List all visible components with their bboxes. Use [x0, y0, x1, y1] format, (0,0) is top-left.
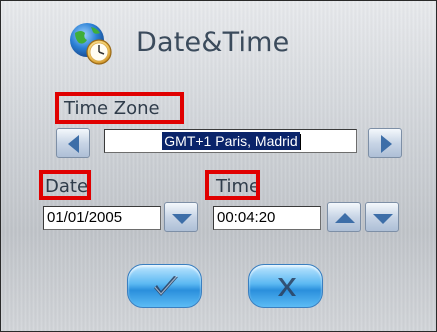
arrow-right-icon: [381, 135, 392, 153]
date-time-dialog: Date&Time Time Zone GMT+1 Paris, Madrid …: [0, 0, 437, 332]
time-zone-field[interactable]: GMT+1 Paris, Madrid: [104, 129, 357, 153]
arrow-down-icon: [373, 214, 393, 224]
globe-clock-icon: [67, 21, 117, 67]
arrow-up-icon: [335, 213, 355, 223]
date-field[interactable]: 01/01/2005: [43, 206, 161, 230]
highlight-box-time-zone: [55, 92, 184, 124]
text-caret: [299, 134, 301, 151]
checkmark-icon: [154, 275, 178, 296]
arrow-down-icon: [172, 214, 192, 224]
confirm-button[interactable]: [127, 264, 202, 308]
highlight-box-date: [39, 170, 91, 200]
highlight-box-time: [205, 170, 260, 200]
arrow-left-icon: [68, 135, 79, 153]
time-zone-value: GMT+1 Paris, Madrid: [162, 132, 300, 150]
cancel-button[interactable]: [248, 264, 323, 308]
time-zone-prev-button[interactable]: [56, 128, 90, 158]
time-zone-next-button[interactable]: [368, 128, 402, 158]
time-up-button[interactable]: [327, 202, 361, 232]
x-icon: [278, 278, 296, 296]
time-down-button[interactable]: [365, 202, 399, 232]
date-dropdown-button[interactable]: [164, 202, 198, 232]
page-title: Date&Time: [136, 27, 290, 58]
time-field[interactable]: 00:04:20: [213, 206, 321, 230]
